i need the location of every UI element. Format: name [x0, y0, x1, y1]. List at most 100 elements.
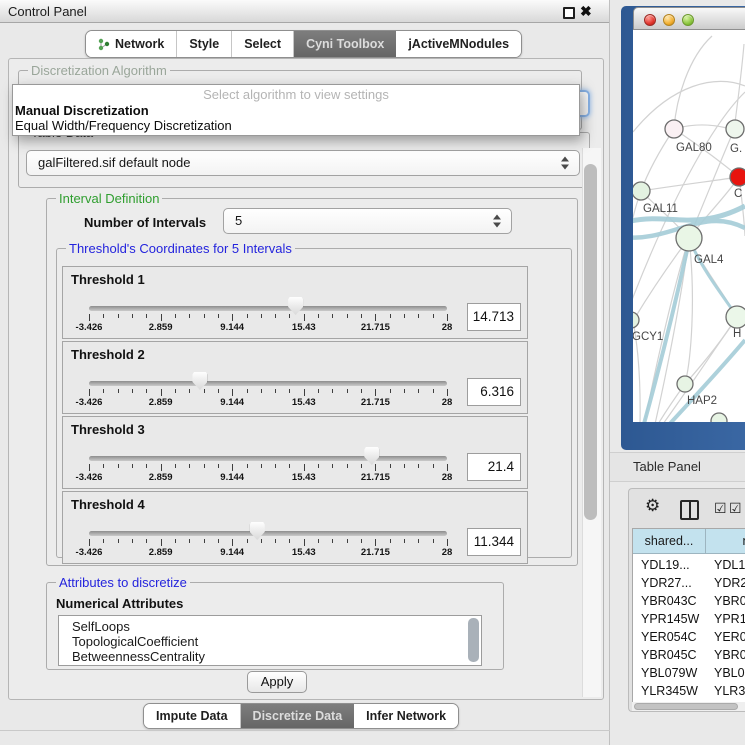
network-node[interactable]: [633, 182, 650, 200]
table-row[interactable]: YBR043CYBR0: [633, 592, 745, 610]
network-window-titlebar[interactable]: [633, 7, 745, 30]
network-node[interactable]: [730, 168, 745, 186]
slider-track[interactable]: [89, 456, 447, 461]
table-cell[interactable]: YDR27...: [633, 574, 706, 592]
dropdown-option-equal-width[interactable]: Equal Width/Frequency Discretization: [13, 118, 579, 133]
table-row[interactable]: YBL079WYBL0: [633, 664, 745, 682]
tick-label: 15.43: [292, 322, 316, 333]
network-node[interactable]: [726, 306, 745, 328]
table-row[interactable]: YPR145WYPR1: [633, 610, 745, 628]
network-window: GAL80G.CGAL11GAL4GCY1HHAP2: [633, 7, 745, 422]
table-cell[interactable]: YDL1: [706, 556, 745, 574]
slider-handle[interactable]: [192, 372, 207, 390]
slider-track[interactable]: [89, 306, 447, 311]
threshold-value-field[interactable]: 11.344: [467, 528, 521, 556]
slider-handle[interactable]: [250, 522, 265, 540]
table-row[interactable]: YDR27...YDR2: [633, 574, 745, 592]
tab-infer-network[interactable]: Infer Network: [354, 704, 458, 728]
table-cell[interactable]: YBL079W: [633, 664, 706, 682]
float-window-icon[interactable]: [563, 7, 575, 19]
zoom-traffic-light-icon[interactable]: [682, 14, 694, 26]
slider-track[interactable]: [89, 531, 447, 536]
table-cell[interactable]: YBR043C: [633, 592, 706, 610]
table-row[interactable]: YDL19...YDL1: [633, 556, 745, 574]
threshold-slider[interactable]: -3.4262.8599.14415.4321.71528: [89, 417, 447, 490]
checkbox-icon[interactable]: ☑: [729, 500, 742, 517]
column-header-shared-name[interactable]: shared...: [633, 529, 706, 554]
tick-label: 9.144: [220, 472, 244, 483]
content-scrollbar-thumb[interactable]: [584, 164, 597, 520]
combobox-stepper-icon: [561, 157, 570, 170]
table-row[interactable]: YBR045CYBR0: [633, 646, 745, 664]
table-cell[interactable]: YLR3: [706, 682, 745, 700]
column-header-name[interactable]: n: [706, 529, 745, 554]
table-row[interactable]: YER054CYER0: [633, 628, 745, 646]
table-cell[interactable]: YER0: [706, 628, 745, 646]
tab-discretize-data[interactable]: Discretize Data: [241, 704, 355, 728]
algorithm-dropdown-popup: Select algorithm to view settings Manual…: [12, 84, 580, 136]
network-node[interactable]: [711, 413, 727, 422]
attribute-item[interactable]: BetweennessCentrality: [59, 649, 481, 664]
number-of-intervals-value: 5: [224, 209, 511, 233]
panel-divider: [609, 0, 610, 745]
table-cell[interactable]: YLR345W: [633, 682, 706, 700]
slider-ticks: [89, 389, 447, 397]
list-scrollbar[interactable]: [468, 618, 479, 662]
attribute-item[interactable]: TopologicalCoefficient: [59, 634, 481, 649]
slider-handle[interactable]: [288, 297, 303, 315]
tab-style[interactable]: Style: [177, 31, 232, 57]
table-row[interactable]: YLR345WYLR3: [633, 682, 745, 700]
gear-icon[interactable]: ⚙: [645, 496, 660, 516]
network-canvas[interactable]: GAL80G.CGAL11GAL4GCY1HHAP2: [633, 30, 745, 422]
network-node[interactable]: [726, 120, 744, 138]
node-table[interactable]: shared... n YDL19...YDL1YDR27...YDR2YBR0…: [632, 528, 745, 703]
table-cell[interactable]: YBL0: [706, 664, 745, 682]
numerical-attributes-list[interactable]: SelfLoopsTopologicalCoefficientBetweenne…: [58, 615, 482, 666]
slider-ticks: [89, 314, 447, 322]
close-traffic-light-icon[interactable]: [644, 14, 656, 26]
table-cell[interactable]: YDL19...: [633, 556, 706, 574]
dropdown-option-manual[interactable]: Manual Discretization: [13, 103, 579, 118]
threshold-value-field[interactable]: 14.713: [467, 303, 521, 331]
apply-button[interactable]: Apply: [247, 671, 307, 693]
network-node[interactable]: [677, 376, 693, 392]
table-cell[interactable]: YDR2: [706, 574, 745, 592]
threshold-slider[interactable]: -3.4262.8599.14415.4321.71528: [89, 342, 447, 415]
table-hscrollbar[interactable]: [632, 702, 745, 711]
network-node[interactable]: [633, 312, 639, 328]
thresholds-group-title: Threshold's Coordinates for 5 Intervals: [66, 241, 295, 256]
threshold-value-field[interactable]: 6.316: [467, 378, 521, 406]
tab-jactivemnodules[interactable]: jActiveMNodules: [396, 31, 521, 57]
node-label: G.: [730, 143, 742, 155]
tab-cyni-toolbox[interactable]: Cyni Toolbox: [294, 31, 396, 57]
node-label: GAL4: [694, 254, 724, 266]
tab-select[interactable]: Select: [232, 31, 294, 57]
split-view-icon[interactable]: [680, 500, 699, 520]
table-cell[interactable]: YBR0: [706, 646, 745, 664]
minimize-traffic-light-icon[interactable]: [663, 14, 675, 26]
tab-impute-data[interactable]: Impute Data: [144, 704, 241, 728]
threshold-panel: Threshold 2-3.4262.8599.14415.4321.71528…: [62, 341, 528, 414]
slider-handle[interactable]: [364, 447, 379, 465]
table-cell[interactable]: YER054C: [633, 628, 706, 646]
network-node[interactable]: [665, 120, 683, 138]
tab-network[interactable]: Network: [86, 31, 177, 57]
threshold-value-field[interactable]: 21.4: [467, 453, 521, 481]
threshold-slider[interactable]: -3.4262.8599.14415.4321.71528: [89, 492, 447, 565]
checkbox-icon[interactable]: ☑: [714, 500, 727, 517]
number-of-intervals-combobox[interactable]: 5: [223, 208, 512, 234]
slider-track[interactable]: [89, 381, 447, 386]
table-data-combobox[interactable]: galFiltered.sif default node: [26, 150, 580, 176]
tick-label: 28: [442, 397, 453, 408]
network-node[interactable]: [676, 225, 702, 251]
tick-label: 28: [442, 322, 453, 333]
table-cell[interactable]: YBR0: [706, 592, 745, 610]
table-cell[interactable]: YPR1: [706, 610, 745, 628]
table-cell[interactable]: YBR045C: [633, 646, 706, 664]
table-cell[interactable]: YPR145W: [633, 610, 706, 628]
attribute-item[interactable]: SelfLoops: [59, 619, 481, 634]
top-tab-bar: NetworkStyleSelectCyni ToolboxjActiveMNo…: [85, 30, 522, 58]
table-hscrollbar-thumb[interactable]: [634, 703, 738, 710]
close-icon[interactable]: ✖: [580, 3, 592, 20]
threshold-slider[interactable]: -3.4262.8599.14415.4321.71528: [89, 267, 447, 340]
